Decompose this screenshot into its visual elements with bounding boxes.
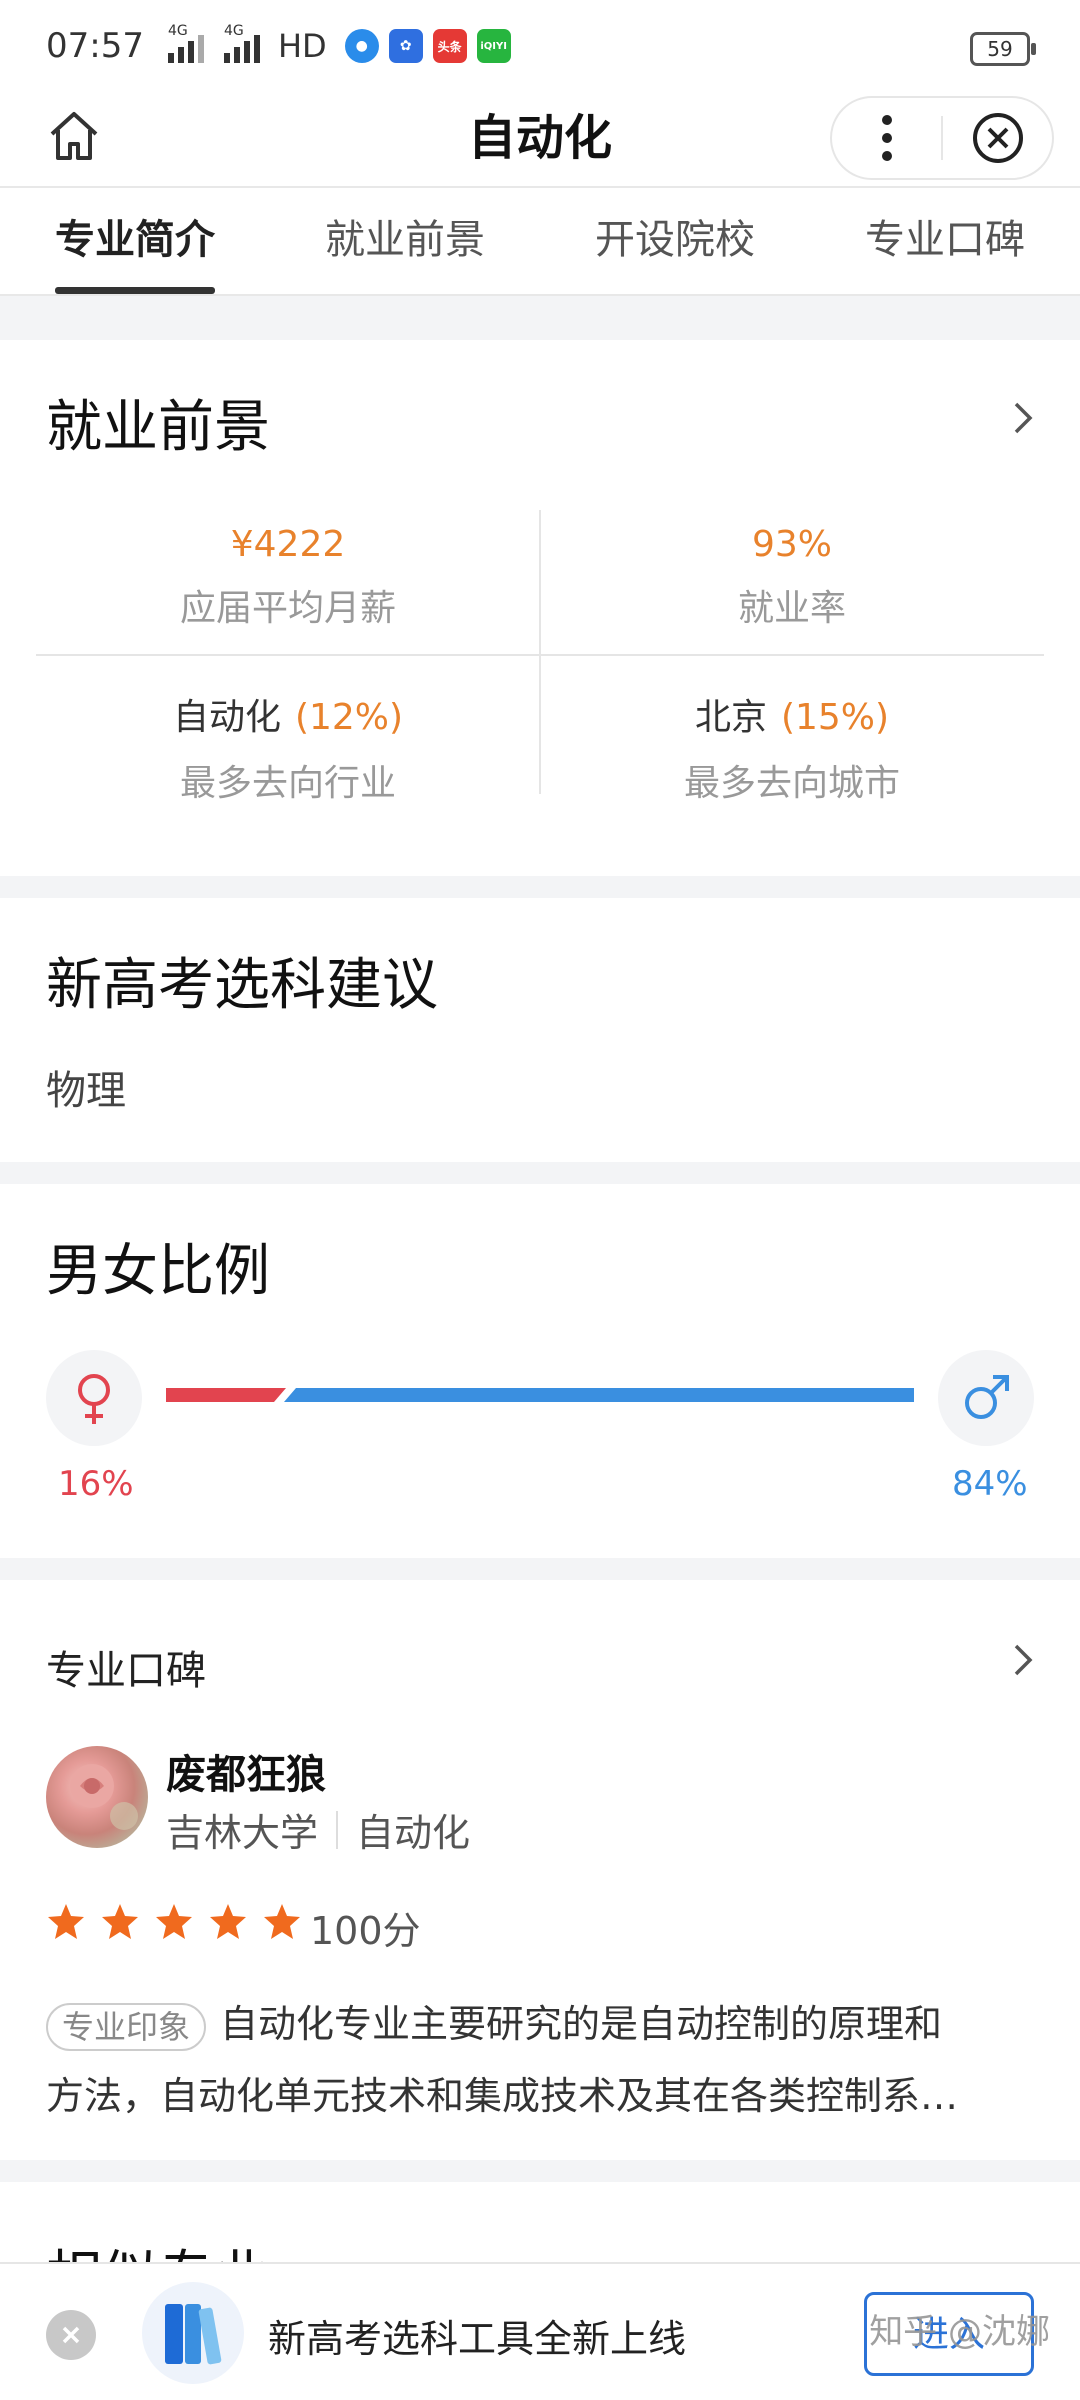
more-button[interactable] [832, 98, 941, 178]
reviewer-info: 吉林大学 自动化 [166, 1802, 470, 1857]
star-icon [48, 1904, 84, 1939]
city-label: 最多去向城市 [683, 763, 900, 804]
tab-reviews[interactable]: 专业口碑 [810, 188, 1080, 294]
female-icon-circle [46, 1350, 142, 1446]
signal-label-1: 4G [167, 23, 188, 39]
tab-schools[interactable]: 开设院校 [540, 188, 810, 294]
review-score: 100分 [310, 1909, 421, 1953]
industry-pct: (12%) [294, 697, 404, 738]
hd-indicator: HD [277, 27, 327, 65]
status-bar: 07:57 4G 4G HD ● ✿ 头条 iQIYI 59 [0, 0, 1080, 92]
signal-label-2: 4G [223, 23, 244, 39]
reviewer-major: 自动化 [356, 1811, 471, 1855]
battery-icon: 59 [970, 32, 1036, 66]
promo-message: 新高考选科工具全新上线 [268, 2317, 687, 2361]
chevron-right-icon[interactable] [1004, 400, 1040, 436]
male-icon-circle [938, 1350, 1034, 1446]
review-text-line1: 自动化专业主要研究的是自动控制的原理和 [220, 2002, 943, 2046]
review-card[interactable]: 专业口碑 废都狂狼 吉林大学 自动化 100分 专业印象 自动化专业主要研究的是自… [0, 1580, 1080, 2160]
avatar[interactable] [46, 1746, 148, 1848]
info-divider [336, 1810, 339, 1849]
industry-cell: 自动化 (12%) 最多去向行业 [36, 656, 540, 804]
watermark: 知乎 @沈娜 [869, 2312, 1050, 2352]
male-ratio-segment [284, 1388, 914, 1402]
close-circle-icon [972, 113, 1023, 163]
city-name: 北京 [694, 697, 767, 738]
salary-value: ¥4222 [230, 524, 346, 565]
star-icon [264, 1904, 300, 1939]
male-percent: 84% [952, 1464, 1028, 1504]
salary-cell: ¥4222 应届平均月薪 [36, 510, 540, 656]
tab-bar: 专业简介 就业前景 开设院校 专业口碑 [0, 188, 1080, 296]
signal-icon-2: 4G [223, 23, 260, 63]
gender-title: 男女比例 [46, 1239, 270, 1304]
bottom-promo-bar: 新高考选科工具全新上线 进入 知乎 @沈娜 [0, 2262, 1080, 2400]
employment-stats-grid: ¥4222 应届平均月薪 93% 就业率 自动化 (12%) 最多去向行业 北京 (… [36, 510, 1044, 804]
subject-value: 物理 [46, 1068, 126, 1114]
baidu-icon: ✿ [388, 29, 423, 63]
promo-icon-circle [142, 2282, 244, 2384]
female-percent: 16% [58, 1464, 134, 1504]
subject-card: 新高考选科建议 物理 [0, 898, 1080, 1162]
tab-intro[interactable]: 专业简介 [0, 188, 270, 294]
employment-card[interactable]: 就业前景 ¥4222 应届平均月薪 93% 就业率 自动化 (12%) 最多去向行… [0, 340, 1080, 876]
signal-icon-1: 4G [167, 23, 204, 63]
star-icon [102, 1904, 138, 1939]
dismiss-button[interactable] [46, 2310, 96, 2360]
reviewer-school: 吉林大学 [166, 1811, 319, 1855]
review-title: 专业口碑 [46, 1648, 206, 1694]
close-button[interactable] [943, 98, 1052, 178]
industry-name: 自动化 [172, 697, 281, 738]
toutiao-icon: 头条 [432, 29, 467, 63]
more-dots-icon [881, 115, 892, 161]
app-notification-icon-1: ● [344, 29, 379, 63]
gender-card: 男女比例 16% 84% [0, 1184, 1080, 1558]
star-icon [210, 1904, 246, 1939]
female-icon [78, 1374, 110, 1424]
female-ratio-segment [166, 1388, 286, 1402]
rate-cell: 93% 就业率 [540, 510, 1044, 656]
industry-label: 最多去向行业 [179, 763, 396, 804]
reviewer-name: 废都狂狼 [166, 1752, 326, 1798]
male-icon [965, 1375, 1009, 1419]
mini-program-capsule [830, 96, 1054, 180]
rating-stars [46, 1902, 302, 1942]
review-tag: 专业印象 [46, 2002, 207, 2051]
iqiyi-icon: iQIYI [476, 29, 511, 63]
nav-bar: 自动化 [0, 92, 1080, 188]
status-time: 07:57 [46, 26, 144, 66]
review-text: 专业印象 自动化专业主要研究的是自动控制的原理和 方法，自动化单元技术和集成技术及… [46, 1988, 1036, 2132]
rose-avatar-image [70, 1764, 138, 1830]
gender-ratio-bar [166, 1388, 914, 1402]
tab-employment[interactable]: 就业前景 [270, 188, 540, 294]
city-cell: 北京 (15%) 最多去向城市 [540, 656, 1044, 804]
books-icon [165, 2304, 222, 2365]
city-pct: (15%) [780, 697, 890, 738]
review-text-line2: 方法，自动化单元技术和集成技术及其在各类控制系… [46, 2074, 959, 2118]
rate-value: 93% [751, 524, 832, 565]
employment-title: 就业前景 [46, 395, 270, 460]
close-icon [62, 2326, 80, 2344]
subject-title: 新高考选科建议 [46, 953, 438, 1018]
rate-label: 就业率 [737, 588, 846, 629]
salary-label: 应届平均月薪 [179, 588, 396, 629]
chevron-right-icon[interactable] [1004, 1642, 1040, 1678]
star-icon [156, 1904, 192, 1939]
